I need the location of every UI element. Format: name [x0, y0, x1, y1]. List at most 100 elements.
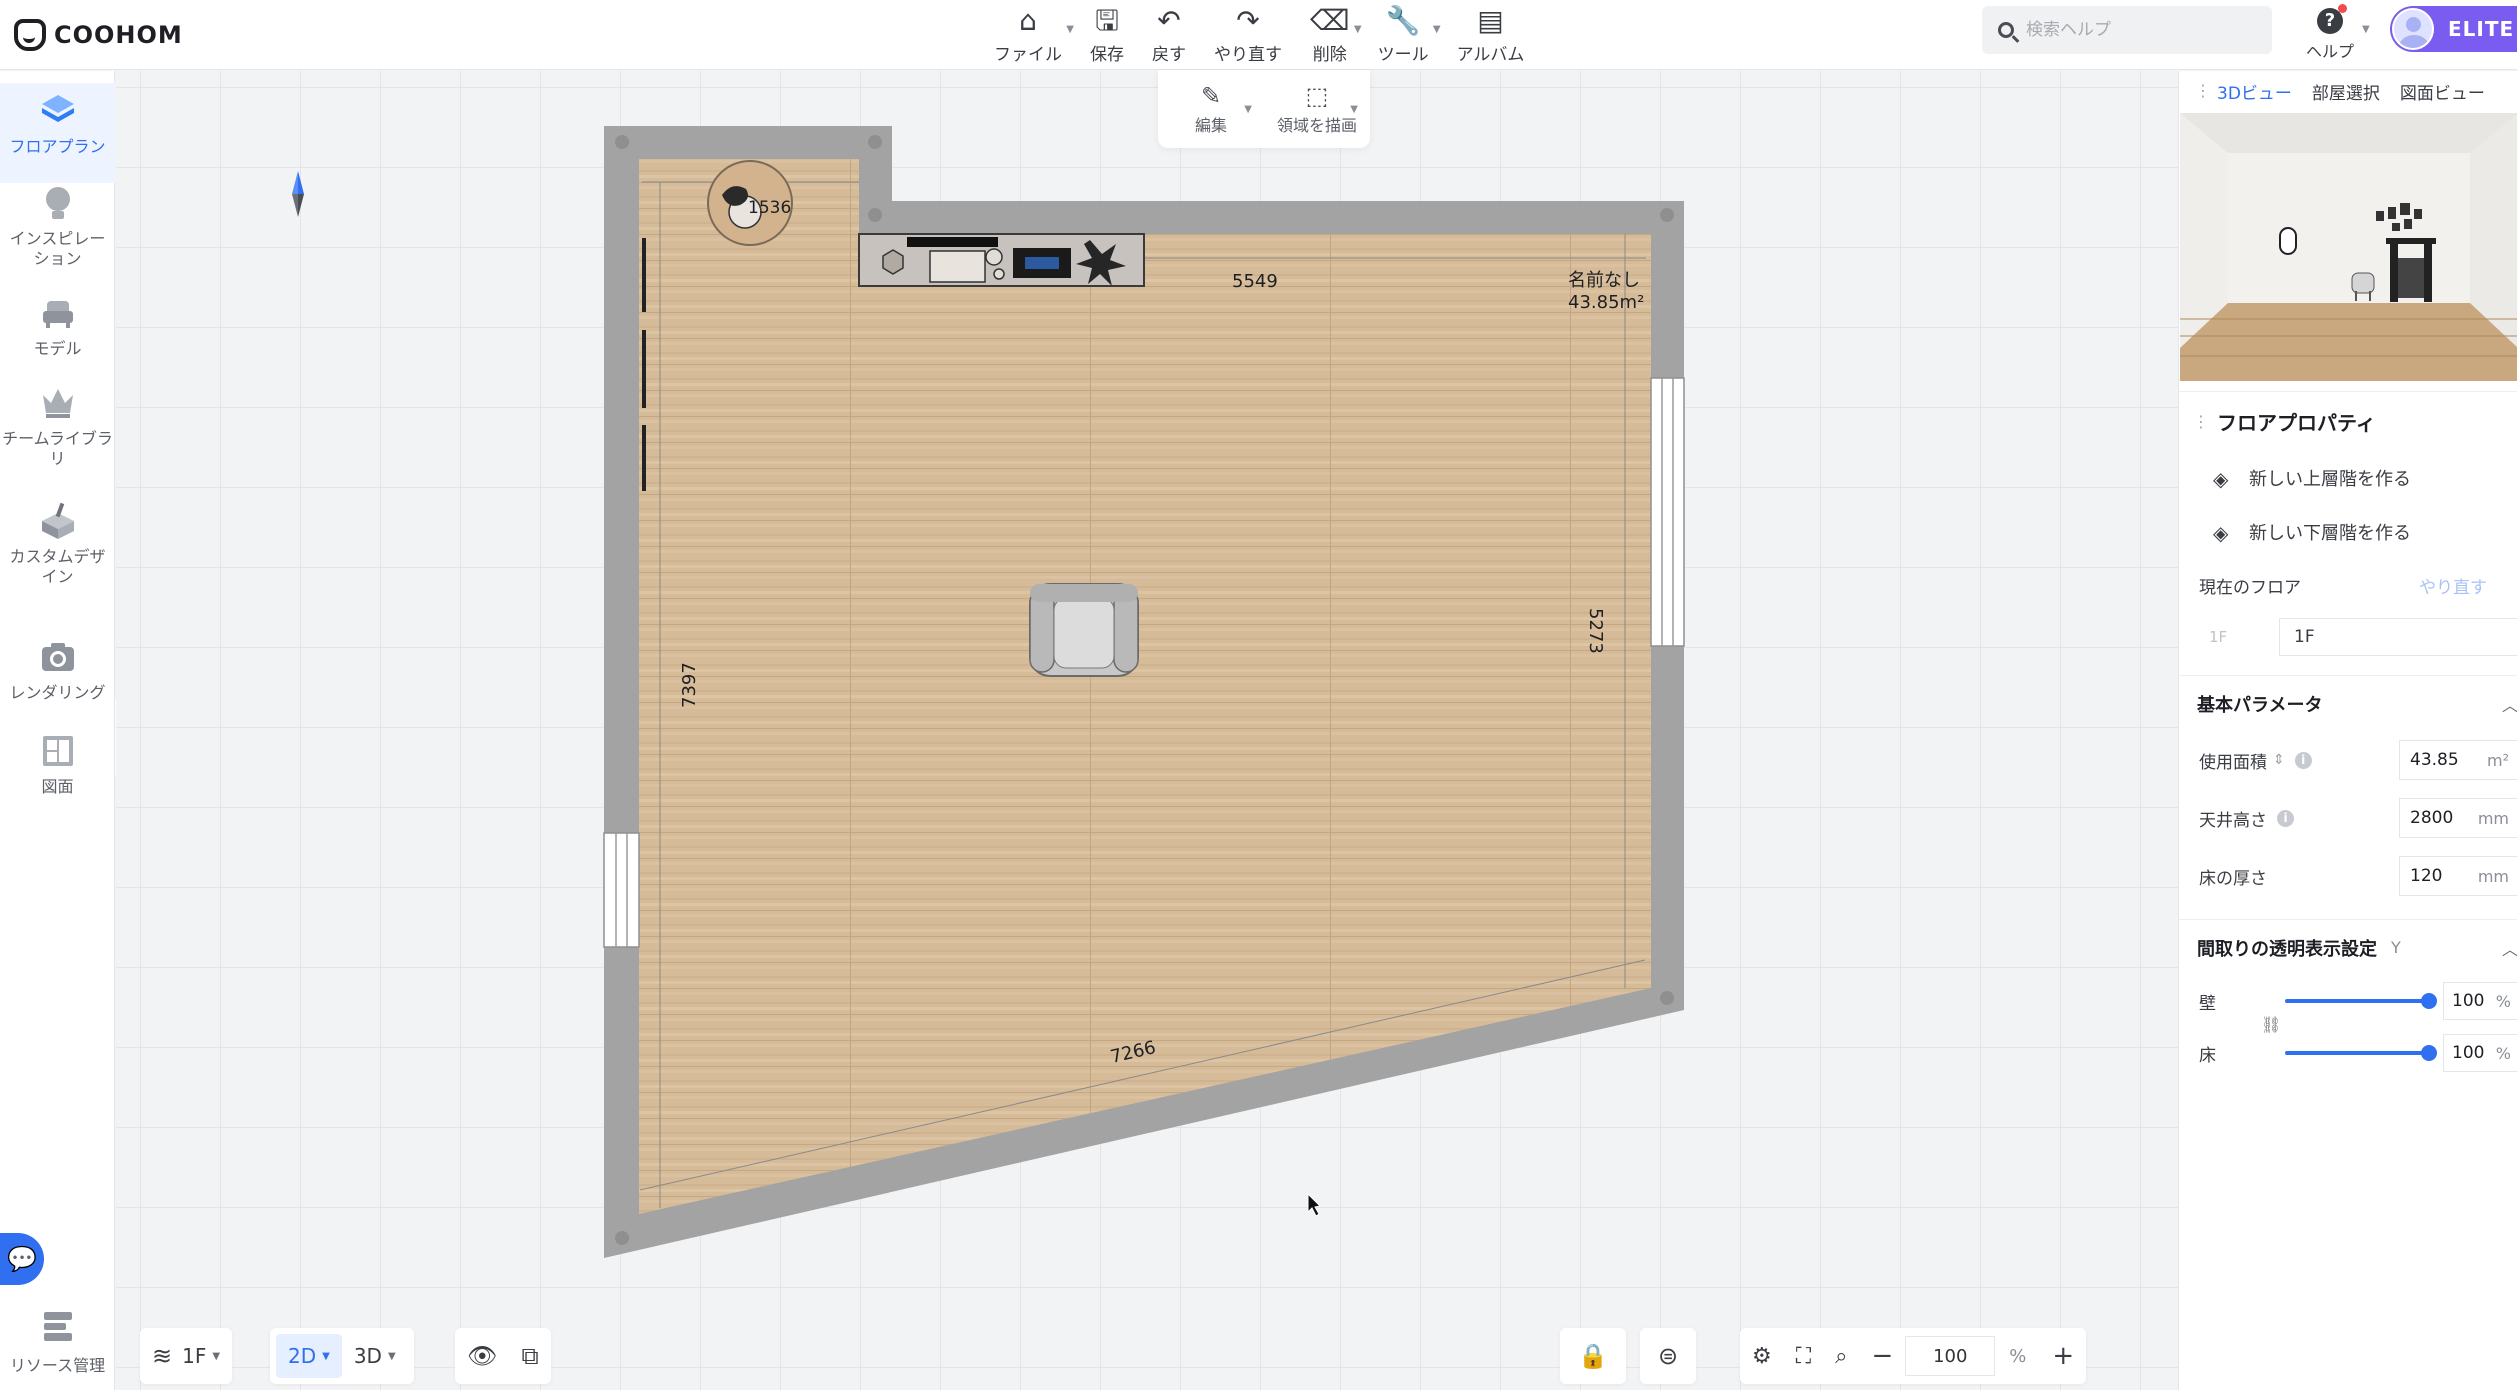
sidebar-item-floorplan[interactable]: フロアプラン	[0, 91, 115, 157]
left-window[interactable]	[603, 832, 640, 948]
right-panel: ⋮ 3Dビュー 部屋選択 図面ビュー ⋮ フロアプロパティ ◈ 新しい上層階を作…	[2178, 71, 2517, 1390]
transparency-header[interactable]: 間取りの透明表示設定 Y ︿	[2179, 919, 2517, 975]
tab-drawing-view[interactable]: 図面ビュー	[2400, 79, 2485, 104]
drag-handle-icon[interactable]: ⋮	[2193, 412, 2209, 431]
slider-handle[interactable]	[2421, 993, 2437, 1009]
floor-selector[interactable]: ≋ 1F ▼	[140, 1334, 232, 1378]
floor-transparency-field[interactable]: 100 %	[2443, 1034, 2517, 1072]
resource-management-button[interactable]: リソース管理	[0, 1306, 115, 1376]
floor-thickness-field[interactable]: 120 mm	[2399, 856, 2517, 896]
redo-button[interactable]: ↷ やり直す	[1200, 0, 1296, 70]
info-icon[interactable]: i	[2277, 809, 2294, 827]
sidebar-item-model[interactable]: モデル	[0, 293, 115, 359]
edit-label: 編集	[1194, 116, 1227, 135]
floor-label: 床	[2199, 1045, 2216, 1066]
lock-button[interactable]: 🔒	[1560, 1334, 1626, 1378]
dimension-label: 5273	[1585, 608, 1606, 654]
draw-area-label: 領域を描画	[1276, 116, 1357, 135]
file-label: ファイル	[994, 44, 1062, 65]
floor-transparency-slider[interactable]	[2285, 1045, 2437, 1061]
zoom-level-input[interactable]: 100	[1905, 1336, 1996, 1376]
drag-handle-icon[interactable]: ⋮	[2195, 82, 2211, 100]
floor-thickness-unit: mm	[2477, 866, 2509, 886]
sidebar-item-rendering[interactable]: レンダリング	[0, 637, 115, 703]
zoom-out-button[interactable]: −	[1859, 1334, 1905, 1378]
floor-name-input[interactable]: 1F	[2279, 618, 2517, 656]
tab-room-select[interactable]: 部屋選択	[2312, 79, 2380, 104]
album-button[interactable]: ▤ アルバム	[1443, 0, 1539, 70]
floor-selector-bar: ≋ 1F ▼	[140, 1328, 233, 1384]
file-menu-button[interactable]: ⌂ ファイル ▼	[980, 0, 1076, 70]
coohom-logo[interactable]: COOHOM	[14, 14, 183, 56]
view-2d-button[interactable]: 2D ▼	[276, 1334, 342, 1378]
display-options-bar: 👁 ⧉	[455, 1328, 551, 1384]
area-field[interactable]: 43.85 m²	[2399, 740, 2517, 780]
bulb-icon	[45, 187, 70, 219]
caret-down-icon: ▼	[1350, 104, 1358, 115]
wall-frames[interactable]	[642, 238, 646, 491]
sidebar-label: インスピレーション	[9, 229, 106, 268]
view-settings-button[interactable]: ⚙	[1740, 1334, 1784, 1378]
floor-thickness-value: 120	[2410, 866, 2443, 886]
add-lower-floor-label: 新しい下層階を作る	[2249, 523, 2411, 544]
help-button[interactable]: ? ヘルプ	[2300, 4, 2360, 64]
tools-menu-button[interactable]: 🔧 ツール ▼	[1364, 0, 1443, 70]
notification-dot	[2338, 4, 2347, 13]
sidebar-item-custom-design[interactable]: カスタムデザイン	[0, 501, 115, 587]
zoom-unit: %	[2009, 1345, 2027, 1367]
basic-params-header[interactable]: 基本パラメータ ︿	[2179, 675, 2517, 731]
delete-button[interactable]: ⌫ 削除 ▼	[1296, 0, 1364, 70]
fit-view-button[interactable]: ⛶	[1784, 1334, 1823, 1378]
room-name-label[interactable]: 名前なし	[1568, 270, 1640, 291]
toggle-settings-button[interactable]: ⊜	[1640, 1334, 1696, 1378]
sidebar-label: モデル	[33, 339, 82, 358]
caret-down-icon: ▼	[1244, 104, 1252, 115]
dimension-label: 5549	[1232, 271, 1278, 292]
redo-link[interactable]: やり直す	[2419, 573, 2487, 598]
zoom-search-icon: ⌕	[1835, 1343, 1848, 1369]
zoom-area-button[interactable]: ⌕	[1823, 1334, 1859, 1378]
undo-label: 戻す	[1152, 44, 1186, 65]
sidebar-item-team-library[interactable]: チームライブラリ	[0, 383, 115, 469]
sidebar-label: リソース管理	[9, 1356, 106, 1375]
zoom-bar: ⚙ ⛶ ⌕ − 100 % +	[1740, 1328, 2087, 1384]
visibility-button[interactable]: 👁	[455, 1334, 509, 1378]
floor-thickness-row: 床の厚さ 120 mm	[2179, 847, 2517, 905]
tab-3d-view[interactable]: 3Dビュー	[2217, 79, 2292, 104]
armchair[interactable]	[1029, 583, 1139, 677]
link-icon[interactable]: ⛓	[2261, 1015, 2281, 1034]
right-window[interactable]	[1650, 377, 1685, 647]
save-button[interactable]: 🖫 保存	[1076, 0, 1138, 70]
tv-console[interactable]	[858, 233, 1145, 287]
box-view-button[interactable]: ⧉	[509, 1334, 550, 1378]
dimension-label: 7397	[679, 662, 700, 708]
sofa-icon	[42, 301, 73, 328]
album-icon: ▤	[1477, 3, 1504, 37]
caret-down-icon[interactable]: ▼	[2362, 24, 2370, 35]
minus-icon: −	[1871, 1341, 1894, 1371]
slider-handle[interactable]	[2421, 1045, 2437, 1061]
sidebar-item-inspiration[interactable]: インスピレーション	[0, 183, 115, 269]
transparency-title: 間取りの透明表示設定	[2197, 938, 2377, 960]
3d-preview[interactable]	[2180, 113, 2517, 381]
sidebar-label: チームライブラリ	[2, 429, 113, 468]
edit-button[interactable]: ✎ 編集 ▼	[1158, 70, 1264, 148]
floor-properties-title: フロアプロパティ	[2217, 411, 2376, 435]
undo-button[interactable]: ↶ 戻す	[1138, 0, 1200, 70]
wall-transparency-field[interactable]: 100 %	[2443, 982, 2517, 1020]
floorplan-canvas[interactable]: 1536 5549 名前なし 43.85m² 5273 7397 7266	[116, 71, 2178, 1390]
view-3d-button[interactable]: 3D ▼	[342, 1334, 408, 1378]
sort-icon[interactable]: ⇕	[2273, 752, 2285, 768]
search-icon	[1998, 22, 2014, 38]
zoom-in-button[interactable]: +	[2040, 1334, 2086, 1378]
mouse-cursor-icon	[1307, 1192, 1322, 1217]
add-upper-floor-button[interactable]: ◈ 新しい上層階を作る	[2179, 451, 2517, 505]
help-search-input[interactable]	[2026, 20, 2246, 40]
user-account-button[interactable]: ELITE	[2390, 6, 2517, 52]
info-icon[interactable]: i	[2294, 751, 2312, 769]
add-lower-floor-button[interactable]: ◈ 新しい下層階を作る	[2179, 505, 2517, 559]
draw-area-button[interactable]: ⬚ 領域を描画 ▼	[1264, 70, 1370, 148]
sidebar-item-drawing[interactable]: 図面	[0, 731, 115, 797]
ceiling-height-field[interactable]: 2800 mm	[2399, 798, 2517, 838]
wall-transparency-slider[interactable]	[2285, 993, 2437, 1009]
